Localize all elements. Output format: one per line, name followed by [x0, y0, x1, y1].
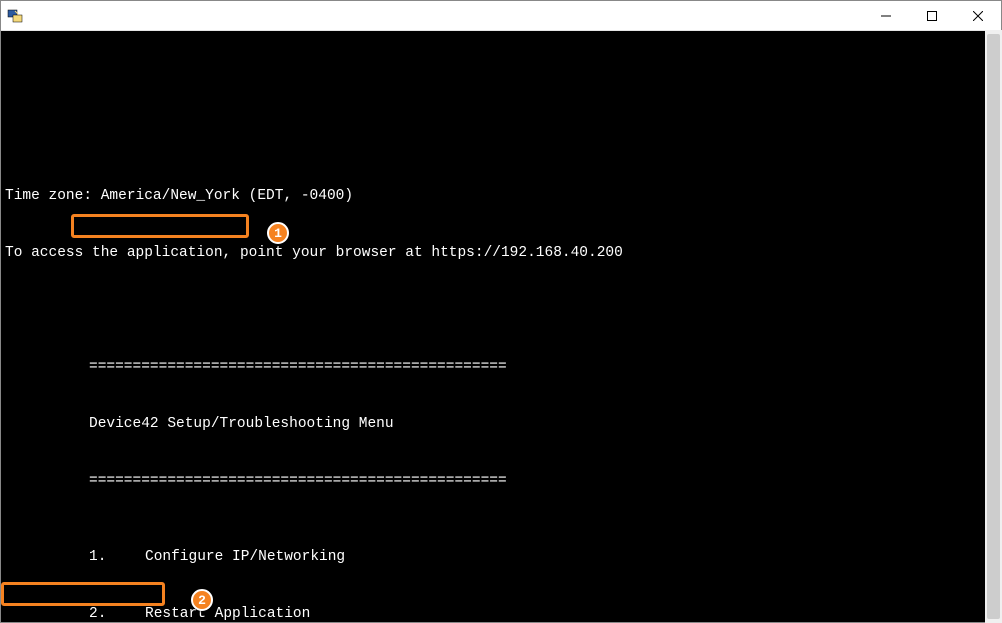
blank-line: [5, 301, 997, 320]
callout-1: 1: [267, 222, 289, 244]
titlebar-left: [7, 8, 29, 24]
app-window: Time zone: America/New_York (EDT, -0400)…: [0, 0, 1002, 623]
menu-item: 1.Configure IP/Networking: [5, 548, 997, 567]
highlight-apply-update: [71, 214, 249, 238]
maximize-button[interactable]: [909, 1, 955, 30]
menu-separator: ========================================…: [5, 472, 997, 491]
minimize-button[interactable]: [863, 1, 909, 30]
menu-item-label: Configure IP/Networking: [145, 548, 345, 567]
menu-separator: ========================================…: [5, 358, 997, 377]
menu-title: Device42 Setup/Troubleshooting Menu: [5, 415, 997, 434]
timezone-line: Time zone: America/New_York (EDT, -0400): [5, 187, 997, 206]
access-line: To access the application, point your br…: [5, 244, 997, 263]
blank-line: [5, 130, 997, 149]
close-button[interactable]: [955, 1, 1001, 30]
menu-item-label: Restart Application: [145, 605, 310, 622]
menu-item-num: 2.: [89, 605, 145, 622]
titlebar: [1, 1, 1001, 31]
vertical-scrollbar[interactable]: [985, 30, 1002, 623]
menu-item: 2.Restart Application: [5, 605, 997, 622]
putty-icon: [7, 8, 23, 24]
window-controls: [863, 1, 1001, 30]
menu-item-num: 1.: [89, 548, 145, 567]
blank-line: [5, 73, 997, 92]
callout-2: 2: [191, 589, 213, 611]
highlight-continue-prompt: [1, 582, 165, 606]
terminal[interactable]: Time zone: America/New_York (EDT, -0400)…: [1, 31, 1001, 622]
scrollbar-thumb[interactable]: [987, 34, 1000, 619]
